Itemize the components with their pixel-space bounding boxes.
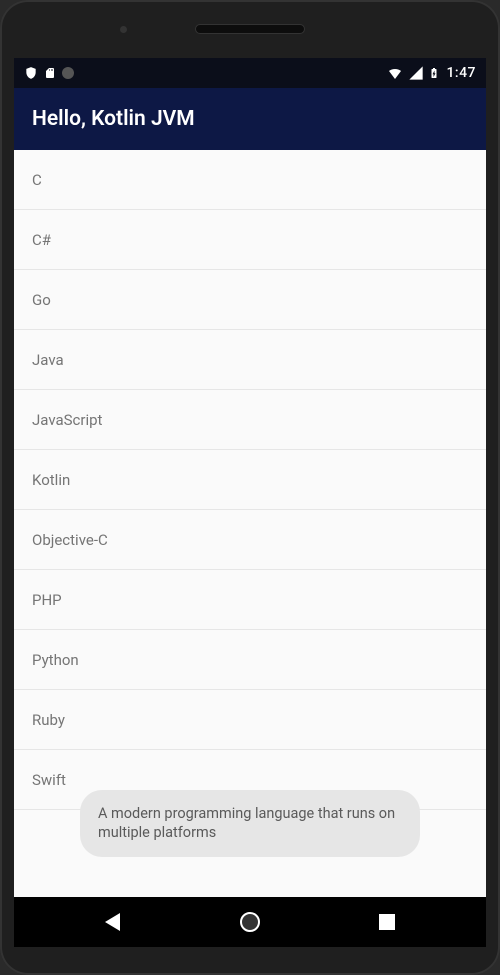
signal-icon xyxy=(408,65,424,81)
status-left xyxy=(24,65,74,81)
list-item[interactable]: Objective-C xyxy=(14,510,486,570)
list-item[interactable]: PHP xyxy=(14,570,486,630)
status-bar: 1:47 xyxy=(14,58,486,88)
shield-icon xyxy=(24,65,38,81)
language-list[interactable]: C C# Go Java JavaScript Kotlin Objective… xyxy=(14,150,486,810)
app-bar: Hello, Kotlin JVM xyxy=(14,88,486,150)
list-item-label: Swift xyxy=(32,771,66,789)
list-item[interactable]: Go xyxy=(14,270,486,330)
list-item[interactable]: Ruby xyxy=(14,690,486,750)
list-item-label: Kotlin xyxy=(32,471,70,489)
back-triangle-icon xyxy=(105,913,120,931)
toast-message: A modern programming language that runs … xyxy=(98,805,395,842)
toast: A modern programming language that runs … xyxy=(80,790,420,857)
list-item[interactable]: JavaScript xyxy=(14,390,486,450)
navigation-bar xyxy=(14,897,486,947)
list-item-label: Java xyxy=(32,351,64,369)
battery-charging-icon xyxy=(428,64,440,82)
phone-camera xyxy=(120,26,127,33)
phone-speaker xyxy=(195,24,305,34)
status-right: 1:47 xyxy=(386,64,476,82)
list-item-label: PHP xyxy=(32,591,62,609)
list-item[interactable]: Java xyxy=(14,330,486,390)
sd-card-icon xyxy=(44,65,56,81)
list-item[interactable]: Kotlin xyxy=(14,450,486,510)
app-title: Hello, Kotlin JVM xyxy=(32,107,195,131)
recent-square-icon xyxy=(379,914,395,930)
list-item[interactable]: C xyxy=(14,150,486,210)
list-item-label: Ruby xyxy=(32,711,65,729)
phone-frame: 1:47 Hello, Kotlin JVM C C# Go Java Java… xyxy=(0,0,500,975)
home-circle-icon xyxy=(240,912,260,932)
list-item-label: Go xyxy=(32,291,51,309)
list-item-label: JavaScript xyxy=(32,411,102,429)
list-item-label: C# xyxy=(32,231,51,249)
status-clock: 1:47 xyxy=(446,65,476,81)
list-item-label: Python xyxy=(32,651,79,669)
list-item-label: Objective-C xyxy=(32,531,108,549)
list-item[interactable]: Python xyxy=(14,630,486,690)
wifi-icon xyxy=(386,65,404,81)
home-button[interactable] xyxy=(226,898,274,946)
recent-apps-button[interactable] xyxy=(363,898,411,946)
list-item[interactable]: C# xyxy=(14,210,486,270)
list-item-label: C xyxy=(32,171,42,189)
screen: 1:47 Hello, Kotlin JVM C C# Go Java Java… xyxy=(14,58,486,947)
loading-dot-icon xyxy=(62,67,74,79)
back-button[interactable] xyxy=(89,898,137,946)
